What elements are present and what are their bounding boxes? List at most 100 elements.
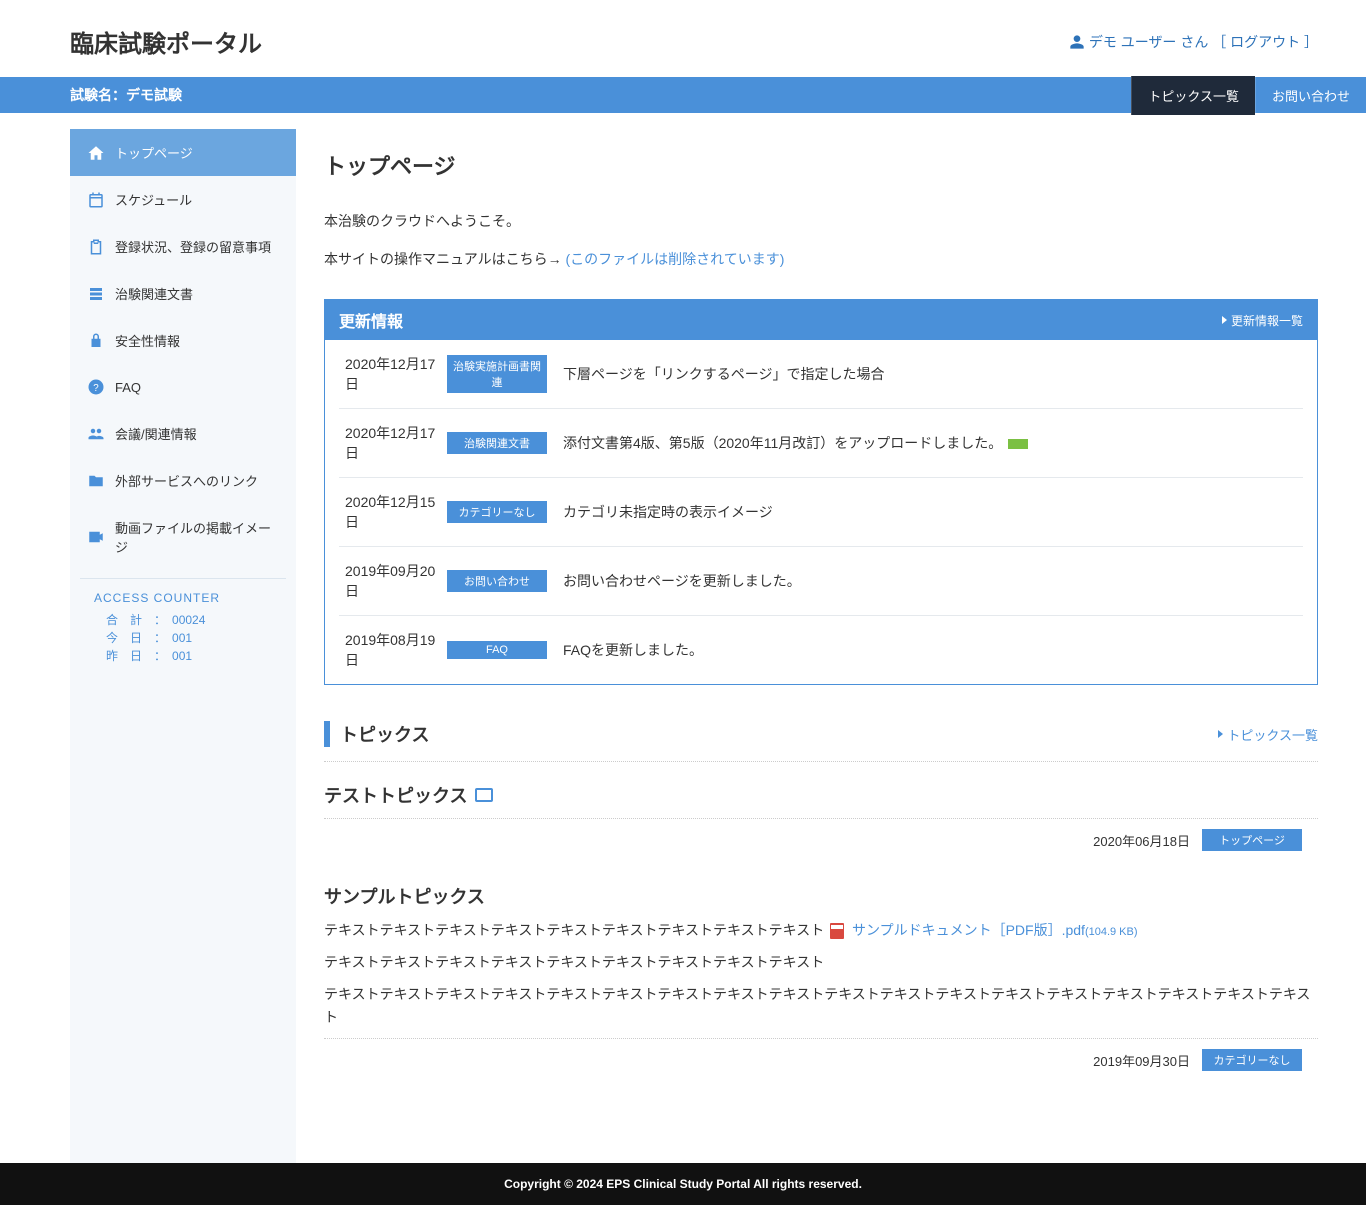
access-counter: ACCESS COUNTER 合 計 ： 00024 今 日 ： 001 昨 日… bbox=[80, 578, 286, 677]
update-header-title: 更新情報 bbox=[339, 308, 403, 332]
topic-title: テストトピックス bbox=[324, 782, 1318, 808]
topic-body: テキストテキストテキストテキストテキストテキストテキストテキストテキスト サンプ… bbox=[324, 919, 1318, 943]
update-date: 2020年12月15日 bbox=[345, 492, 447, 532]
topic-date: 2019年09月30日 bbox=[1093, 1051, 1190, 1070]
sidebar-item-documents[interactable]: 治験関連文書 bbox=[70, 270, 296, 317]
calendar-icon bbox=[87, 191, 105, 209]
update-header: 更新情報 更新情報一覧 bbox=[325, 300, 1317, 340]
category-badge: カテゴリーなし bbox=[1202, 1049, 1302, 1071]
welcome-text: 本治験のクラウドへようこそ。 bbox=[324, 211, 1318, 231]
category-badge: 治験実施計画書関連 bbox=[447, 355, 547, 393]
caret-right-icon bbox=[1218, 730, 1223, 738]
sidebar-item-label: 動画ファイルの掲載イメージ bbox=[115, 518, 282, 556]
update-row[interactable]: 2020年12月15日 カテゴリーなし カテゴリ未指定時の表示イメージ bbox=[339, 478, 1303, 547]
file-link[interactable]: サンプルドキュメント［PDF版］.pdf bbox=[852, 922, 1085, 938]
topics-list-link[interactable]: トピックス一覧 bbox=[1218, 725, 1318, 744]
sidebar-item-safety[interactable]: 安全性情報 bbox=[70, 317, 296, 364]
update-text: お問い合わせページを更新しました。 bbox=[563, 571, 1297, 591]
sidebar-item-label: 会議/関連情報 bbox=[115, 424, 197, 443]
topic-title: サンプルトピックス bbox=[324, 883, 1318, 909]
sidebar-item-label: 治験関連文書 bbox=[115, 284, 193, 303]
update-box: 更新情報 更新情報一覧 2020年12月17日 治験実施計画書関連 下層ページを… bbox=[324, 299, 1318, 685]
topics-title: トピックス bbox=[340, 721, 429, 747]
site-title: 臨床試験ポータル bbox=[70, 24, 262, 59]
topic-body: テキストテキストテキストテキストテキストテキストテキストテキストテキスト bbox=[324, 951, 1318, 975]
update-date: 2019年09月20日 bbox=[345, 561, 447, 601]
user-icon bbox=[1069, 34, 1085, 50]
document-icon bbox=[87, 285, 105, 303]
page-title: トップページ bbox=[324, 149, 1318, 181]
update-date: 2019年08月19日 bbox=[345, 630, 447, 670]
lock-icon bbox=[87, 332, 105, 350]
update-date: 2020年12月17日 bbox=[345, 423, 447, 463]
topics-header: トピックス トピックス一覧 bbox=[324, 721, 1318, 747]
sidebar-item-label: FAQ bbox=[115, 380, 141, 395]
update-text: FAQを更新しました。 bbox=[563, 640, 1297, 660]
update-row[interactable]: 2019年09月20日 お問い合わせ お問い合わせページを更新しました。 bbox=[339, 547, 1303, 616]
header: 臨床試験ポータル デモ ユーザー さん ［ ログアウト ］ bbox=[0, 0, 1366, 77]
update-row[interactable]: 2020年12月17日 治験関連文書 添付文書第4版、第5版（2020年11月改… bbox=[339, 409, 1303, 478]
people-icon bbox=[87, 425, 105, 443]
topic-date: 2020年06月18日 bbox=[1093, 831, 1190, 850]
sidebar-item-label: 登録状況、登録の留意事項 bbox=[115, 237, 271, 256]
sidebar-item-schedule[interactable]: スケジュール bbox=[70, 176, 296, 223]
update-text: カテゴリ未指定時の表示イメージ bbox=[563, 502, 1297, 522]
topic-footer: 2020年06月18日 トップページ bbox=[324, 818, 1318, 857]
new-icon bbox=[1008, 439, 1028, 449]
caret-right-icon bbox=[1222, 316, 1227, 324]
screen-icon bbox=[475, 788, 493, 802]
folder-icon bbox=[87, 472, 105, 490]
user-area: デモ ユーザー さん ［ ログアウト ］ bbox=[1069, 32, 1318, 52]
topic-body: テキストテキストテキストテキストテキストテキストテキストテキストテキストテキスト… bbox=[324, 983, 1318, 1031]
trial-name: 試験名：デモ試験 bbox=[70, 85, 182, 105]
sidebar-item-top[interactable]: トップページ bbox=[70, 129, 296, 176]
category-badge: 治験関連文書 bbox=[447, 432, 547, 454]
update-row[interactable]: 2020年12月17日 治験実施計画書関連 下層ページを「リンクするページ」で指… bbox=[339, 340, 1303, 409]
update-list: 2020年12月17日 治験実施計画書関連 下層ページを「リンクするページ」で指… bbox=[325, 340, 1317, 684]
update-list-link[interactable]: 更新情報一覧 bbox=[1222, 312, 1303, 329]
sidebar-item-meetings[interactable]: 会議/関連情報 bbox=[70, 410, 296, 457]
update-row[interactable]: 2019年08月19日 FAQ FAQを更新しました。 bbox=[339, 616, 1303, 684]
counter-today: 今 日 ： 001 bbox=[106, 629, 272, 647]
user-name: デモ ユーザー さん bbox=[1089, 32, 1209, 52]
topic-block: サンプルトピックス テキストテキストテキストテキストテキストテキストテキストテキ… bbox=[324, 883, 1318, 1077]
video-icon bbox=[87, 528, 105, 546]
sidebar-item-faq[interactable]: ? FAQ bbox=[70, 364, 296, 410]
update-text: 下層ページを「リンクするページ」で指定した場合 bbox=[563, 364, 1297, 384]
topic-block: テストトピックス 2020年06月18日 トップページ bbox=[324, 782, 1318, 857]
question-icon: ? bbox=[87, 378, 105, 396]
sidebar-item-label: 安全性情報 bbox=[115, 331, 180, 350]
content: トップページ 本治験のクラウドへようこそ。 本サイトの操作マニュアルはこちら→ … bbox=[296, 129, 1318, 1163]
counter-yesterday: 昨 日 ： 001 bbox=[106, 647, 272, 665]
sidebar: トップページ スケジュール 登録状況、登録の留意事項 治験関連文書 安全性情報 … bbox=[70, 129, 296, 1163]
update-text: 添付文書第4版、第5版（2020年11月改訂）をアップロードしました。 bbox=[563, 433, 1297, 453]
category-badge: FAQ bbox=[447, 641, 547, 659]
manual-link[interactable]: (このファイルは削除されています) bbox=[565, 251, 784, 267]
subheader: 試験名：デモ試験 トピックス一覧 お問い合わせ bbox=[0, 77, 1366, 113]
nav-contact[interactable]: お問い合わせ bbox=[1255, 76, 1366, 115]
divider bbox=[324, 761, 1318, 762]
sidebar-item-label: スケジュール bbox=[115, 190, 192, 209]
logout-link[interactable]: ［ ログアウト ］ bbox=[1212, 32, 1318, 52]
copyright: Copyright © 2024 EPS Clinical Study Port… bbox=[504, 1177, 862, 1191]
category-badge: お問い合わせ bbox=[447, 570, 547, 592]
file-size: (104.9 KB) bbox=[1085, 926, 1138, 938]
home-icon bbox=[87, 144, 105, 162]
category-badge: カテゴリーなし bbox=[447, 501, 547, 523]
counter-total: 合 計 ： 00024 bbox=[106, 611, 272, 629]
svg-text:?: ? bbox=[93, 383, 99, 394]
update-date: 2020年12月17日 bbox=[345, 354, 447, 394]
counter-title: ACCESS COUNTER bbox=[94, 591, 272, 605]
subheader-nav: トピックス一覧 お問い合わせ bbox=[1131, 76, 1366, 115]
category-badge: トップページ bbox=[1202, 829, 1302, 851]
sidebar-item-label: トップページ bbox=[115, 143, 193, 162]
sidebar-item-video[interactable]: 動画ファイルの掲載イメージ bbox=[70, 504, 296, 570]
nav-topics-list[interactable]: トピックス一覧 bbox=[1131, 76, 1255, 115]
clipboard-icon bbox=[87, 238, 105, 256]
topic-footer: 2019年09月30日 カテゴリーなし bbox=[324, 1038, 1318, 1077]
pdf-icon bbox=[830, 923, 844, 939]
sidebar-item-registration[interactable]: 登録状況、登録の留意事項 bbox=[70, 223, 296, 270]
manual-line: 本サイトの操作マニュアルはこちら→ (このファイルは削除されています) bbox=[324, 249, 1318, 269]
footer: Copyright © 2024 EPS Clinical Study Port… bbox=[0, 1163, 1366, 1205]
sidebar-item-external[interactable]: 外部サービスへのリンク bbox=[70, 457, 296, 504]
